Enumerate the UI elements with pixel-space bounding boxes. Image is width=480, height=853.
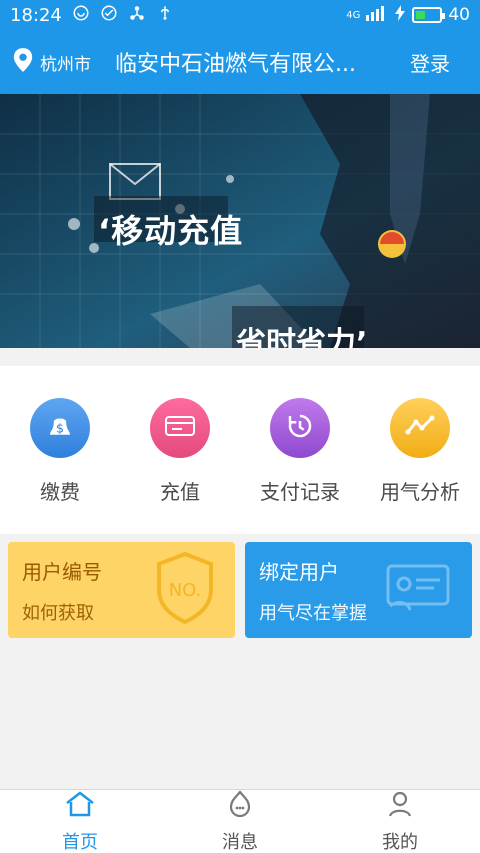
payment-history-action[interactable]: 支付记录 — [240, 398, 360, 534]
city-label: 杭州市 — [40, 54, 91, 75]
share-icon — [128, 4, 146, 27]
svg-text:$: $ — [56, 420, 64, 435]
payment-history-icon-bg — [270, 398, 330, 458]
badge-no-icon: NO. — [153, 551, 217, 628]
nav-profile[interactable]: 我的 — [320, 790, 480, 853]
signal-icon — [366, 5, 388, 26]
usb-icon — [156, 4, 174, 27]
nav-messages-label: 消息 — [222, 831, 258, 853]
pay-bill-action[interactable]: $ 缴费 — [0, 398, 120, 534]
status-icons-left — [72, 4, 174, 27]
flame-chat-icon — [225, 789, 255, 822]
quick-actions: $ 缴费 充值 支付记录 用气分析 — [0, 366, 480, 534]
recharge-icon-bg — [150, 398, 210, 458]
user-icon — [385, 790, 415, 822]
home-icon — [63, 790, 97, 822]
banner-carousel[interactable]: ‘移动充值 省时省力’ — [0, 94, 480, 348]
signal-label: 4G — [346, 9, 361, 21]
banner-text-line1: ‘移动充值 — [98, 212, 244, 250]
recharge-action[interactable]: 充值 — [120, 398, 240, 534]
location-pin-icon — [12, 47, 34, 78]
nav-home-label: 首页 — [62, 831, 98, 853]
login-button[interactable]: 登录 — [410, 48, 468, 77]
status-time: 18:24 — [10, 4, 62, 26]
charging-icon — [394, 4, 406, 26]
check-circle-icon — [100, 4, 118, 27]
notification-icon — [72, 4, 90, 27]
nav-messages[interactable]: 消息 — [160, 789, 320, 853]
svg-text:NO.: NO. — [169, 580, 202, 601]
nav-home[interactable]: 首页 — [0, 790, 160, 853]
gas-analysis-label: 用气分析 — [380, 480, 460, 504]
card-icon — [164, 415, 196, 441]
company-name[interactable]: 临安中石油燃气有限公... — [115, 46, 379, 78]
pay-bill-label: 缴费 — [40, 480, 80, 504]
bind-user-card[interactable]: 绑定用户 用气尽在掌握 — [245, 542, 472, 638]
status-right: 4G 40 — [346, 4, 470, 26]
info-cards: 用户编号 如何获取 NO. 绑定用户 用气尽在掌握 — [0, 542, 480, 638]
gas-analysis-icon-bg — [390, 398, 450, 458]
location-selector[interactable]: 杭州市 — [12, 47, 91, 78]
id-card-link-icon — [380, 556, 456, 624]
banner-text-line2: 省时省力’ — [236, 326, 368, 348]
user-number-card[interactable]: 用户编号 如何获取 NO. — [8, 542, 235, 638]
status-bar: 18:24 4G 40 — [0, 0, 480, 30]
app-bar: 杭州市 临安中石油燃气有限公... 登录 — [0, 30, 480, 94]
recharge-label: 充值 — [160, 480, 200, 504]
pay-bill-icon-bg: $ — [30, 398, 90, 458]
trend-icon — [404, 414, 436, 442]
bottom-navigation: 首页 消息 我的 — [0, 789, 480, 853]
battery-fill — [416, 11, 426, 19]
battery-level: 40 — [448, 5, 470, 25]
battery-icon — [412, 7, 446, 23]
payment-history-label: 支付记录 — [260, 480, 340, 504]
gas-analysis-action[interactable]: 用气分析 — [360, 398, 480, 534]
nav-profile-label: 我的 — [382, 831, 418, 853]
money-bag-icon: $ — [45, 411, 75, 445]
history-clock-icon — [285, 411, 315, 445]
